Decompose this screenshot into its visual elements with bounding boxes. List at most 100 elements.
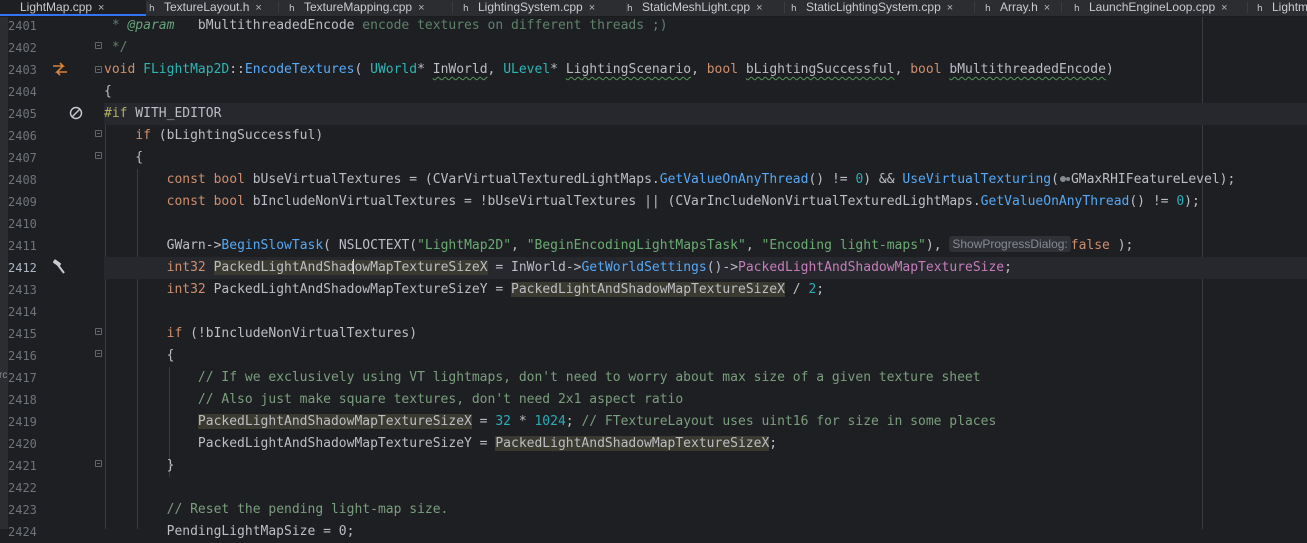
line-number: 2420 [8,437,37,451]
tab-lightm-truncated[interactable]: h Lightm [1257,0,1307,16]
line-number: 2421 [8,459,37,473]
svg-text:h: h [289,4,295,12]
code-line-2409: const bool bIncludeNonVirtualTextures = … [166,194,1200,209]
line-number: 2422 [8,481,37,495]
tab-separator [974,2,975,13]
close-icon[interactable]: × [418,1,424,15]
fold-marker[interactable] [95,460,102,467]
cpp-file-icon: h [463,4,469,12]
tab-label: Array.h [1000,0,1038,14]
header-file-icon: h [149,4,155,12]
fold-marker[interactable] [95,350,102,357]
tab-staticlightingsystem-cpp[interactable]: h StaticLightingSystem.cpp × [791,0,981,16]
line-number: 2419 [8,415,37,429]
fold-marker[interactable] [95,328,102,335]
tab-label: LaunchEngineLoop.cpp [1089,0,1216,14]
tab-label: StaticMeshLight.cpp [642,0,751,14]
line-number: 2403 [8,63,37,77]
hammer-icon[interactable] [51,259,67,275]
go-to-declaration-icon[interactable] [52,62,68,76]
line-number: 2408 [8,173,37,187]
code-line-2402: */ [104,40,128,55]
close-icon[interactable]: × [756,1,762,15]
code-line-2403: void FLightMap2D::EncodeTextures( UWorld… [104,62,1114,77]
close-icon[interactable]: × [255,1,261,15]
code-line-2424: PendingLightMapSize = 0; [104,524,355,539]
fold-marker[interactable] [95,42,102,49]
line-number: 2413 [8,283,37,297]
fold-marker[interactable] [95,152,102,159]
code-line-2419: PackedLightAndShadowMapTextureSizeX = 32… [197,414,997,429]
line-number: 2404 [8,85,37,99]
tab-launchengineloop-cpp[interactable]: h LaunchEngineLoop.cpp × [1074,0,1254,16]
tab-label: LightingSystem.cpp [478,0,583,14]
code-line-2413: int32 PackedLightAndShadowMapTextureSize… [166,282,825,297]
line-number: 2406 [8,129,37,143]
line-number: 2414 [8,305,37,319]
tab-separator [1247,2,1248,13]
code-line-2404: { [104,84,112,99]
tab-lightingsystem-cpp[interactable]: h LightingSystem.cpp × [463,0,623,16]
cpp-file-icon: h [627,4,633,12]
code-editor[interactable]: * @param bMultithreadedEncode encode tex… [104,15,1307,539]
header-file-icon: h [985,4,991,12]
fold-marker[interactable] [95,130,102,137]
svg-text:h: h [1257,4,1263,12]
line-number: 2411 [8,239,37,253]
code-line-2423: // Reset the pending light-map size. [166,502,449,517]
code-line-2418: // Also just make square textures, don't… [197,392,684,407]
svg-text:h: h [791,4,797,12]
code-line-2406: if (bLightingSuccessful) [135,128,324,143]
line-number: 2402 [8,41,37,55]
tab-label: Lightm [1272,0,1307,14]
tab-lightmap-cpp[interactable]: LightMap.cpp × [0,0,146,16]
cpp-file-icon: h [1074,4,1080,12]
disabled-code-icon[interactable] [69,106,83,120]
line-number: 2423 [8,503,37,517]
close-icon[interactable]: × [947,1,953,15]
svg-text:h: h [985,4,991,12]
cpp-file-icon: h [289,4,295,12]
code-line-2421: } [104,458,175,473]
tab-texturemapping-cpp[interactable]: h TextureMapping.cpp × [289,0,449,16]
parameter-hint: ShowProgressDialog: [949,236,1071,252]
tab-label: TextureMapping.cpp [304,0,413,14]
tab-texturelayout-h[interactable]: h TextureLayout.h × [149,0,275,16]
code-line-2415: if (!bIncludeNonVirtualTextures) [166,326,418,341]
tab-staticmeshlight-cpp[interactable]: h StaticMeshLight.cpp × [627,0,787,16]
line-number: 2424 [8,525,37,539]
code-line-2420: PackedLightAndShadowMapTextureSizeY = Pa… [197,436,778,451]
svg-text:h: h [627,4,633,12]
code-line-2411: GWarn->BeginSlowTask( NSLOCTEXT("LightMa… [166,236,1134,253]
line-number: 2409 [8,195,37,209]
code-line-2401: * @param bMultithreadedEncode encode tex… [104,18,668,33]
tab-label: StaticLightingSystem.cpp [806,0,941,14]
line-number: 2417 [8,371,37,385]
line-number-current: 2412 [8,261,37,275]
code-line-2412-current: int32 PackedLightAndShadowMapTextureSize… [104,257,1307,279]
code-line-2416: { [104,348,175,363]
code-line-2405: #if WITH_EDITOR [104,103,1307,125]
close-icon[interactable]: × [1221,1,1227,15]
close-icon[interactable]: × [1044,1,1050,15]
cpp-file-icon: h [791,4,797,12]
cpp-file-icon: h [1257,4,1263,12]
fold-marker[interactable] [95,66,102,73]
tab-separator [278,2,279,13]
line-number: 2416 [8,349,37,363]
line-number: 2418 [8,393,37,407]
inlay-hint-icon [1059,176,1070,182]
svg-text:h: h [1074,4,1080,12]
tab-separator [1061,2,1062,13]
line-number: 2415 [8,327,37,341]
tab-separator [784,2,785,13]
code-line-2407: { [104,150,144,165]
svg-text:h: h [149,4,155,12]
tab-separator [147,2,148,13]
close-icon[interactable]: × [589,1,595,15]
tool-window-strip[interactable] [0,17,8,529]
close-icon[interactable]: × [98,1,104,15]
